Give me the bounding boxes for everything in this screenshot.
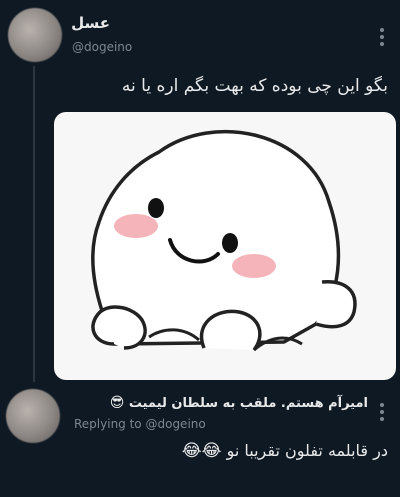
reply-text-row: در قابلمه تفلون تقریبا نو 😂😂: [182, 441, 388, 461]
author-handle[interactable]: @dogeino: [72, 40, 132, 54]
avatar[interactable]: [6, 389, 60, 443]
tweet: عسل @dogeino بگو این چی بوده که بهت بگم …: [0, 0, 400, 390]
reply-tweet: امیرآم هستم. ملقب به سلطان لیمیت 😎 Reply…: [0, 385, 400, 497]
tweet-media[interactable]: [54, 112, 396, 380]
thread-line: [33, 66, 35, 382]
more-options-icon[interactable]: [379, 403, 385, 421]
replying-to-label: Replying to: [74, 417, 142, 431]
replying-to-handle[interactable]: @dogeino: [145, 417, 205, 431]
replying-to: Replying to @dogeino: [74, 417, 206, 431]
author-name[interactable]: عسل: [71, 14, 110, 32]
tears-of-joy-emoji-icon: 😂😂: [181, 441, 222, 461]
more-options-icon[interactable]: [379, 28, 385, 46]
avatar[interactable]: [8, 8, 62, 62]
cute-blob-sticker-icon: [91, 130, 357, 352]
tweet-text: بگو این چی بوده که بهت بگم اره یا نه: [121, 76, 388, 96]
reply-text: در قابلمه تفلون تقریبا نو: [226, 441, 388, 460]
author-name: امیرآم هستم. ملقب به سلطان لیمیت: [128, 396, 368, 411]
sunglasses-emoji-icon: 😎: [109, 395, 125, 411]
author-name-row[interactable]: امیرآم هستم. ملقب به سلطان لیمیت 😎: [110, 395, 368, 411]
